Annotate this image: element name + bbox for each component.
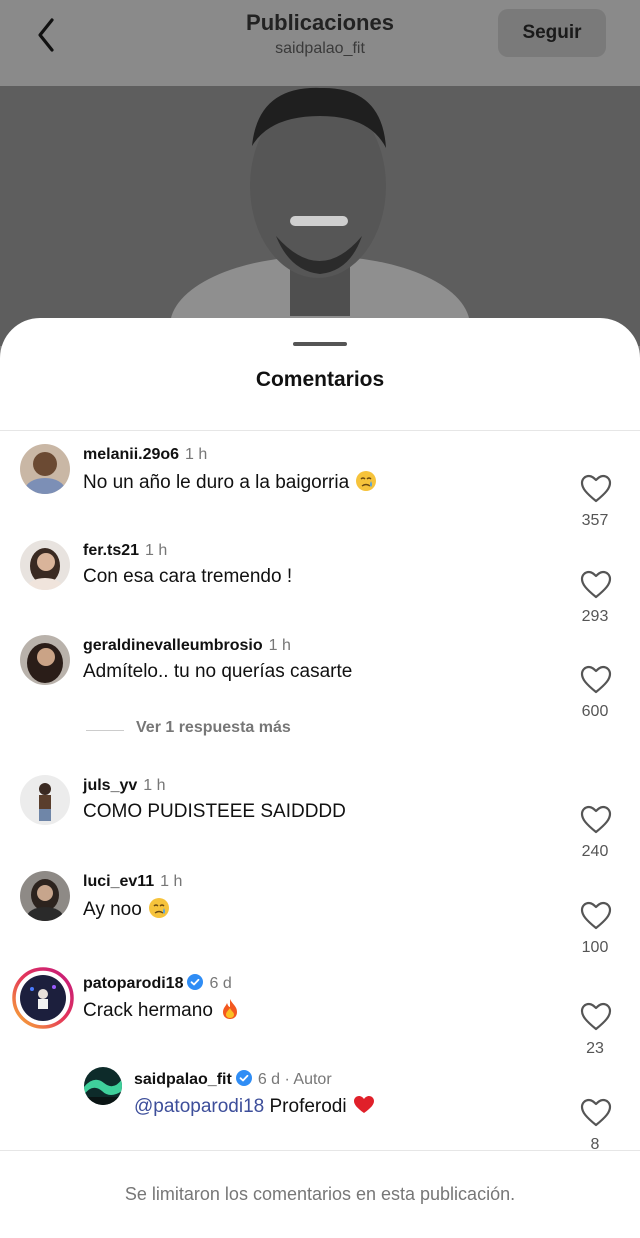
comment-text: Con esa cara tremendo !	[83, 566, 293, 587]
heart-icon[interactable]	[580, 901, 612, 931]
comment-text: Ay noo	[83, 899, 142, 920]
like-count: 357	[581, 512, 609, 529]
divider	[0, 1150, 640, 1151]
heart-icon[interactable]	[580, 474, 612, 504]
comments-limited-notice: Se limitaron los comentarios en esta pub…	[124, 1184, 516, 1204]
like-count: 293	[581, 608, 609, 625]
avatar[interactable]	[20, 635, 70, 685]
comment-time: 1 h	[185, 446, 208, 463]
like-count: 8	[590, 1136, 600, 1153]
comment-time: 6 d	[209, 975, 232, 992]
sheet-title: Comentarios	[255, 368, 385, 391]
divider	[0, 430, 640, 431]
reply-thread-line	[86, 730, 124, 731]
reply-time: 6 d	[257, 1071, 281, 1088]
comment-text: COMO PUDISTEEE SAIDDDD	[83, 801, 346, 822]
avatar-with-story-ring[interactable]	[12, 967, 74, 1029]
comment-item: juls_yv 1 h COMO PUDISTEEE SAIDDDD 240	[0, 771, 640, 863]
comment-text: Admítelo.. tu no querías casarte	[83, 661, 353, 682]
view-more-replies-button[interactable]: Ver 1 respuesta más	[86, 713, 386, 743]
avatar[interactable]	[20, 444, 70, 494]
top-app-bar: Publicaciones saidpalao_fit Seguir	[0, 0, 640, 86]
comment-item: luci_ev11 1 h Ay noo 100	[0, 867, 640, 959]
comment-username[interactable]: juls_yv	[83, 777, 137, 794]
like-count: 23	[586, 1040, 604, 1057]
comment-item: patoparodi18 6 d Crack hermano 23	[0, 967, 640, 1060]
like-count: 240	[581, 843, 609, 860]
reply-username[interactable]: saidpalao_fit	[134, 1071, 232, 1088]
comments-sheet: Comentarios melanii.29o6 1 h No un año le…	[0, 318, 640, 1238]
mention-link[interactable]: @patoparodi18	[134, 1096, 264, 1117]
comment-username[interactable]: fer.ts21	[83, 542, 139, 559]
heart-icon[interactable]	[580, 805, 612, 835]
reply-text: Proferodi	[269, 1096, 347, 1117]
heart-icon[interactable]	[580, 570, 612, 600]
fire-icon	[222, 999, 237, 1019]
comment-text: No un año le duro a la baigorria	[83, 472, 350, 493]
avatar[interactable]	[20, 871, 70, 921]
like-count: 100	[581, 939, 609, 956]
comment-time: 1 h	[268, 637, 291, 654]
comment-username[interactable]: melanii.29o6	[83, 446, 179, 463]
red-heart-icon	[353, 1096, 374, 1113]
comment-username[interactable]: luci_ev11	[83, 873, 154, 890]
comment-item: geraldinevalleumbrosio 1 h Admítelo.. tu …	[0, 631, 640, 723]
follow-button[interactable]: Seguir	[498, 9, 606, 57]
heart-icon[interactable]	[580, 1098, 612, 1128]
crying-face-icon	[148, 898, 169, 918]
comment-text: Crack hermano	[83, 1000, 213, 1021]
heart-icon[interactable]	[580, 665, 612, 695]
crying-face-icon	[356, 471, 377, 491]
comment-username[interactable]: patoparodi18	[83, 975, 183, 992]
comment-item: fer.ts21 1 h Con esa cara tremendo ! 293	[0, 536, 640, 628]
comment-item: melanii.29o6 1 h No un año le duro a la b…	[0, 440, 640, 532]
comment-time: 1 h	[145, 542, 168, 559]
like-count: 600	[581, 703, 609, 720]
post-photo	[0, 86, 640, 346]
heart-icon[interactable]	[580, 1002, 612, 1032]
comment-time: 1 h	[160, 873, 183, 890]
reply-item: saidpalao_fit 6 d · Autor @patoparodi18 P…	[0, 1064, 640, 1156]
verified-badge-icon	[235, 1070, 252, 1086]
comment-username[interactable]: geraldinevalleumbrosio	[83, 637, 263, 654]
sheet-drag-handle[interactable]	[293, 342, 347, 346]
avatar[interactable]	[20, 540, 70, 590]
story-ring-icon	[12, 967, 74, 1029]
view-more-replies-label: Ver 1 respuesta más	[136, 719, 291, 736]
avatar[interactable]	[84, 1067, 122, 1105]
avatar[interactable]	[20, 775, 70, 825]
verified-badge-icon	[187, 974, 204, 990]
author-label: Autor	[293, 1071, 332, 1088]
comment-time: 1 h	[143, 777, 166, 794]
